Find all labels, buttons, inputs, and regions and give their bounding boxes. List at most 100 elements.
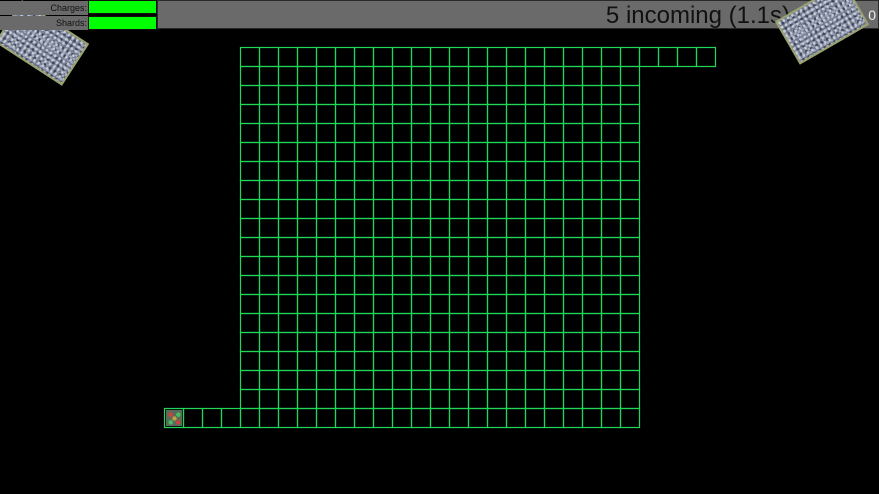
grid-cell[interactable] [239, 350, 261, 372]
grid-cell[interactable] [296, 65, 318, 87]
grid-cell[interactable] [619, 350, 641, 372]
grid-cell[interactable] [467, 46, 489, 68]
grid-cell[interactable] [600, 255, 622, 277]
grid-cell[interactable] [239, 312, 261, 334]
grid-cell[interactable] [334, 103, 356, 125]
grid-cell[interactable] [467, 141, 489, 163]
grid-cell[interactable] [581, 255, 603, 277]
grid-cell[interactable] [619, 293, 641, 315]
grid-cell[interactable] [467, 369, 489, 391]
grid-cell[interactable] [448, 84, 470, 106]
grid-cell[interactable] [581, 179, 603, 201]
grid-cell[interactable] [315, 198, 337, 220]
grid-cell[interactable] [334, 388, 356, 410]
grid-cell[interactable] [334, 312, 356, 334]
grid-cell[interactable] [505, 369, 527, 391]
grid-cell[interactable] [562, 65, 584, 87]
grid-cell[interactable] [562, 255, 584, 277]
grid-cell[interactable] [391, 293, 413, 315]
grid-cell[interactable] [372, 217, 394, 239]
grid-cell[interactable] [410, 274, 432, 296]
grid-cell[interactable] [600, 236, 622, 258]
grid-cell[interactable] [391, 198, 413, 220]
grid-cell[interactable] [296, 179, 318, 201]
grid-cell[interactable] [334, 274, 356, 296]
grid-cell[interactable] [467, 274, 489, 296]
grid-cell[interactable] [562, 369, 584, 391]
grid-cell[interactable] [353, 103, 375, 125]
grid-cell[interactable] [619, 141, 641, 163]
grid-cell[interactable] [524, 369, 546, 391]
grid-cell[interactable] [277, 236, 299, 258]
grid-cell[interactable] [581, 198, 603, 220]
grid-cell[interactable] [600, 331, 622, 353]
grid-cell[interactable] [429, 255, 451, 277]
grid-cell[interactable] [353, 122, 375, 144]
grid-cell[interactable] [562, 160, 584, 182]
grid-cell[interactable] [391, 312, 413, 334]
grid-cell[interactable] [543, 293, 565, 315]
grid-cell[interactable] [258, 350, 280, 372]
grid-cell[interactable] [315, 160, 337, 182]
grid-cell[interactable] [239, 293, 261, 315]
grid-cell[interactable] [410, 350, 432, 372]
grid-cell[interactable] [505, 407, 527, 429]
grid-cell[interactable] [505, 179, 527, 201]
grid-cell[interactable] [277, 331, 299, 353]
grid-cell[interactable] [315, 217, 337, 239]
grid-cell[interactable] [543, 407, 565, 429]
grid-cell[interactable] [372, 407, 394, 429]
grid-cell[interactable] [334, 160, 356, 182]
grid-cell[interactable] [505, 236, 527, 258]
grid-cell[interactable] [467, 331, 489, 353]
grid-cell[interactable] [581, 84, 603, 106]
grid-cell[interactable] [296, 350, 318, 372]
grid-cell[interactable] [486, 293, 508, 315]
grid-cell[interactable] [562, 350, 584, 372]
grid-cell[interactable] [467, 198, 489, 220]
grid-cell[interactable] [353, 141, 375, 163]
grid-cell[interactable] [277, 388, 299, 410]
grid-cell[interactable] [353, 65, 375, 87]
grid-cell[interactable] [315, 84, 337, 106]
grid-cell[interactable] [619, 236, 641, 258]
grid-cell[interactable] [277, 103, 299, 125]
grid-cell[interactable] [315, 179, 337, 201]
grid-cell[interactable] [600, 350, 622, 372]
grid-cell[interactable] [410, 46, 432, 68]
grid-cell[interactable] [524, 160, 546, 182]
grid-cell[interactable] [239, 255, 261, 277]
grid-cell[interactable] [372, 312, 394, 334]
grid-cell[interactable] [505, 331, 527, 353]
grid-cell[interactable] [524, 255, 546, 277]
grid-cell[interactable] [448, 369, 470, 391]
grid-cell[interactable] [353, 369, 375, 391]
grid-cell[interactable] [410, 103, 432, 125]
grid-cell[interactable] [543, 369, 565, 391]
grid-cell[interactable] [277, 84, 299, 106]
grid-cell[interactable] [619, 388, 641, 410]
game-stage[interactable]: Charges: Shards: 5 incoming (1.1s) 0 [0, 0, 879, 494]
grid-cell[interactable] [315, 274, 337, 296]
grid-cell[interactable] [429, 141, 451, 163]
grid-cell[interactable] [448, 122, 470, 144]
grid-cell[interactable] [277, 141, 299, 163]
grid-cell[interactable] [581, 369, 603, 391]
grid-cell[interactable] [429, 312, 451, 334]
grid-cell[interactable] [486, 407, 508, 429]
grid-cell[interactable] [315, 103, 337, 125]
grid-cell[interactable] [467, 255, 489, 277]
grid-cell[interactable] [429, 198, 451, 220]
grid-cell[interactable] [391, 236, 413, 258]
grid-cell[interactable] [524, 388, 546, 410]
grid-cell[interactable] [619, 46, 641, 68]
grid-cell[interactable] [524, 217, 546, 239]
grid-cell[interactable] [277, 350, 299, 372]
grid-cell[interactable] [448, 217, 470, 239]
grid-cell[interactable] [429, 236, 451, 258]
grid-cell[interactable] [600, 388, 622, 410]
grid-cell[interactable] [619, 331, 641, 353]
grid-cell[interactable] [562, 407, 584, 429]
grid-cell[interactable] [581, 388, 603, 410]
grid-cell[interactable] [448, 198, 470, 220]
